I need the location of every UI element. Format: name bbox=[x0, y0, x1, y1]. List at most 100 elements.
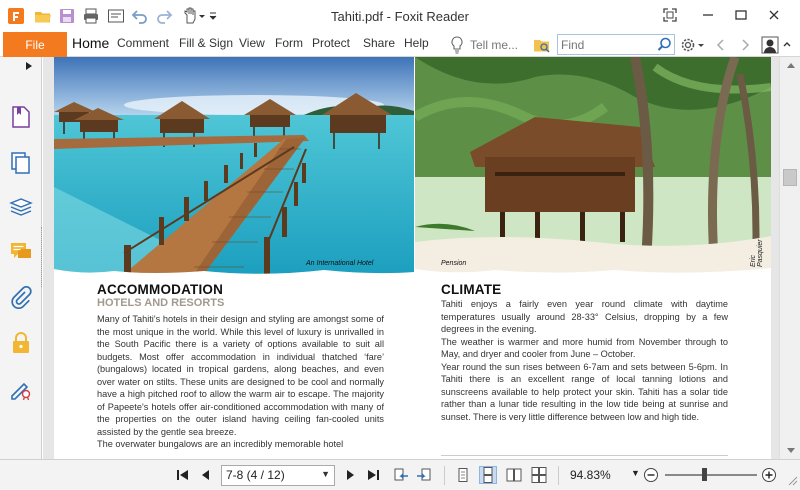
left-photo-caption: An International Hotel bbox=[306, 260, 374, 267]
foxit-logo-icon[interactable] bbox=[7, 7, 25, 25]
open-folder-icon[interactable] bbox=[34, 7, 52, 25]
zoom-in-icon bbox=[762, 468, 776, 482]
attachments-icon[interactable] bbox=[9, 285, 33, 310]
tab-help[interactable]: Help bbox=[404, 36, 429, 50]
single-page-icon bbox=[458, 468, 468, 482]
previous-view-button[interactable] bbox=[392, 466, 410, 484]
tab-share[interactable]: Share bbox=[363, 36, 395, 50]
overwater-bungalows-photo: An International Hotel bbox=[54, 57, 414, 274]
scrollbar-thumb[interactable] bbox=[783, 169, 797, 186]
tab-comment[interactable]: Comment bbox=[117, 36, 169, 50]
zoom-level[interactable]: 94.83% bbox=[570, 468, 611, 482]
last-page-button[interactable] bbox=[364, 466, 382, 484]
find-box bbox=[557, 34, 675, 55]
print-icon[interactable] bbox=[82, 7, 100, 25]
status-bar: 7-8 (4 / 12) ▼ 94.83% ▼ bbox=[0, 459, 800, 490]
tell-me-label: Tell me... bbox=[470, 38, 519, 52]
forward-icon[interactable] bbox=[736, 36, 754, 54]
vertical-scrollbar[interactable] bbox=[779, 57, 800, 459]
tab-fill-sign[interactable]: Fill & Sign bbox=[179, 36, 233, 50]
continuous-facing-icon bbox=[531, 467, 547, 483]
accommodation-heading: ACCOMMODATION bbox=[97, 282, 224, 297]
tell-me-search[interactable]: Tell me... bbox=[450, 35, 532, 55]
continuous-facing-button[interactable] bbox=[530, 466, 548, 484]
tab-protect[interactable]: Protect bbox=[312, 36, 350, 50]
back-icon[interactable] bbox=[712, 36, 730, 54]
first-page-icon bbox=[177, 470, 188, 480]
tab-view[interactable]: View bbox=[239, 36, 265, 50]
climate-paragraph-3: Year round the sun rises between 6-7am a… bbox=[441, 361, 728, 422]
facing-page-button[interactable] bbox=[505, 466, 523, 484]
last-page-icon bbox=[368, 470, 379, 480]
undo-icon[interactable] bbox=[131, 7, 149, 25]
resize-grip-icon[interactable] bbox=[784, 472, 798, 486]
zoom-out-button[interactable] bbox=[642, 466, 660, 484]
lightbulb-icon bbox=[451, 36, 463, 54]
tab-form[interactable]: Form bbox=[275, 36, 303, 50]
scroll-up-button[interactable] bbox=[780, 57, 800, 73]
zoom-slider-track[interactable] bbox=[665, 474, 757, 476]
tab-home[interactable]: Home bbox=[72, 35, 109, 51]
minimize-button[interactable] bbox=[694, 4, 722, 26]
previous-page-icon bbox=[202, 470, 209, 480]
comments-icon[interactable] bbox=[9, 240, 33, 264]
security-icon[interactable] bbox=[9, 331, 33, 355]
first-page-button[interactable] bbox=[174, 466, 192, 484]
photo-credit: Eric Pasquier bbox=[750, 239, 764, 267]
chevron-down-icon: ▼ bbox=[321, 469, 330, 479]
column-rule bbox=[441, 455, 728, 456]
accommodation-body: Many of Tahiti's hotels in their design … bbox=[97, 313, 384, 459]
close-button[interactable] bbox=[760, 4, 788, 26]
zoom-in-button[interactable] bbox=[760, 466, 778, 484]
climate-paragraph-2: The weather is warmer and more humid fro… bbox=[441, 336, 728, 360]
gear-icon[interactable] bbox=[679, 36, 697, 54]
next-view-button[interactable] bbox=[415, 466, 433, 484]
scroll-down-icon bbox=[786, 448, 795, 453]
ribbon-tab-row: File Home Comment Fill & Sign View Form … bbox=[0, 32, 800, 57]
separator bbox=[444, 466, 445, 485]
expand-panel-icon[interactable] bbox=[24, 61, 34, 71]
search-icon[interactable] bbox=[656, 36, 673, 53]
fullscreen-icon[interactable] bbox=[656, 4, 684, 26]
scroll-up-icon bbox=[786, 63, 795, 68]
pdf-page: An International Hotel Pension Eric Pasq… bbox=[54, 57, 771, 459]
chevron-down-icon[interactable] bbox=[197, 7, 207, 25]
climate-paragraph-1: Tahiti enjoys a fairly even year round c… bbox=[441, 299, 728, 334]
climate-body: Tahiti enjoys a fairly even year round c… bbox=[441, 298, 728, 423]
search-input[interactable] bbox=[558, 35, 656, 54]
pension-photo: Pension Eric Pasquier bbox=[415, 57, 771, 274]
separator bbox=[558, 466, 559, 485]
previous-page-button[interactable] bbox=[197, 466, 215, 484]
page-number-value: 7-8 (4 / 12) bbox=[226, 468, 285, 482]
title-bar: Tahiti.pdf - Foxit Reader bbox=[0, 0, 800, 32]
find-folder-icon[interactable] bbox=[533, 36, 551, 54]
scroll-down-button[interactable] bbox=[780, 443, 800, 459]
save-icon[interactable] bbox=[58, 7, 76, 25]
layers-icon[interactable] bbox=[9, 195, 33, 219]
facing-page-icon bbox=[506, 468, 522, 482]
document-viewport[interactable]: An International Hotel Pension Eric Pasq… bbox=[43, 57, 779, 459]
maximize-button[interactable] bbox=[727, 4, 755, 26]
user-avatar-icon[interactable] bbox=[761, 36, 779, 54]
signature-icon[interactable] bbox=[9, 377, 33, 401]
collapse-ribbon-icon[interactable] bbox=[782, 36, 792, 54]
accommodation-paragraph-cut: The overwater bungalows are an incredibl… bbox=[97, 439, 344, 449]
single-page-button[interactable] bbox=[454, 466, 472, 484]
page-number-select[interactable]: 7-8 (4 / 12) ▼ bbox=[221, 465, 335, 486]
continuous-page-button[interactable] bbox=[479, 466, 497, 484]
previous-view-icon bbox=[394, 468, 408, 481]
customize-toolbar-icon[interactable] bbox=[208, 7, 218, 25]
navigation-panel bbox=[0, 57, 42, 459]
tab-file[interactable]: File bbox=[3, 32, 67, 57]
redo-icon[interactable] bbox=[155, 7, 173, 25]
next-page-button[interactable] bbox=[341, 466, 359, 484]
gear-dropdown-icon[interactable] bbox=[697, 36, 705, 54]
zoom-slider-thumb[interactable] bbox=[702, 468, 708, 481]
climate-heading: CLIMATE bbox=[441, 282, 502, 297]
pages-icon[interactable] bbox=[9, 151, 33, 175]
next-view-icon bbox=[417, 468, 431, 481]
properties-icon[interactable] bbox=[107, 7, 125, 25]
bookmark-icon[interactable] bbox=[9, 105, 33, 129]
zoom-dropdown-icon[interactable]: ▼ bbox=[631, 468, 640, 478]
next-page-icon bbox=[347, 470, 354, 480]
